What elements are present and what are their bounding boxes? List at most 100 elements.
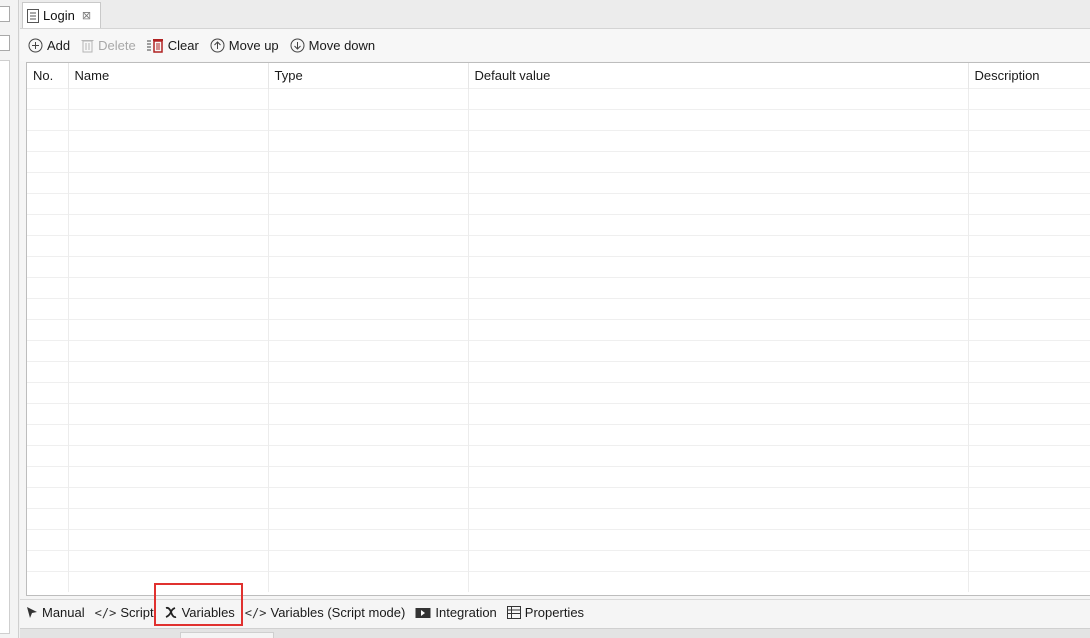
move-down-button[interactable]: Move down	[290, 38, 375, 53]
table-cell[interactable]	[468, 235, 969, 257]
table-row[interactable]	[27, 277, 1090, 299]
table-cell[interactable]	[27, 424, 69, 446]
column-header-description[interactable]: Description	[968, 63, 1090, 89]
table-cell[interactable]	[27, 487, 69, 509]
table-row[interactable]	[27, 130, 1090, 152]
tab-variables-script-mode[interactable]: </> Variables (Script mode)	[245, 605, 406, 620]
table-row[interactable]	[27, 445, 1090, 467]
table-cell[interactable]	[268, 214, 469, 236]
table-row[interactable]	[27, 193, 1090, 215]
table-row[interactable]	[27, 319, 1090, 341]
table-cell[interactable]	[968, 319, 1090, 341]
table-cell[interactable]	[27, 277, 69, 299]
table-cell[interactable]	[968, 277, 1090, 299]
table-cell[interactable]	[468, 508, 969, 530]
table-cell[interactable]	[68, 508, 269, 530]
tab-integration[interactable]: Integration	[415, 605, 497, 620]
table-row[interactable]	[27, 487, 1090, 509]
table-row[interactable]	[27, 340, 1090, 362]
table-row[interactable]	[27, 424, 1090, 446]
table-cell[interactable]	[968, 109, 1090, 131]
left-panel-button[interactable]	[0, 6, 10, 22]
add-button[interactable]: Add	[28, 38, 70, 53]
table-row[interactable]	[27, 550, 1090, 572]
table-cell[interactable]	[268, 256, 469, 278]
table-cell[interactable]	[968, 466, 1090, 488]
table-cell[interactable]	[968, 214, 1090, 236]
table-cell[interactable]	[68, 277, 269, 299]
table-cell[interactable]	[268, 403, 469, 425]
table-cell[interactable]	[968, 424, 1090, 446]
table-cell[interactable]	[468, 466, 969, 488]
table-cell[interactable]	[27, 130, 69, 152]
table-cell[interactable]	[968, 193, 1090, 215]
table-cell[interactable]	[68, 466, 269, 488]
table-cell[interactable]	[468, 256, 969, 278]
table-cell[interactable]	[27, 382, 69, 404]
close-icon[interactable]: ⊠	[82, 9, 91, 22]
table-cell[interactable]	[27, 214, 69, 236]
move-up-button[interactable]: Move up	[210, 38, 279, 53]
table-cell[interactable]	[268, 319, 469, 341]
table-cell[interactable]	[268, 151, 469, 173]
table-cell[interactable]	[27, 193, 69, 215]
table-cell[interactable]	[268, 172, 469, 194]
table-cell[interactable]	[268, 382, 469, 404]
table-cell[interactable]	[68, 340, 269, 362]
table-cell[interactable]	[27, 319, 69, 341]
table-cell[interactable]	[68, 109, 269, 131]
table-cell[interactable]	[68, 298, 269, 320]
table-cell[interactable]	[968, 571, 1090, 592]
table-cell[interactable]	[27, 151, 69, 173]
table-cell[interactable]	[68, 319, 269, 341]
table-cell[interactable]	[27, 88, 69, 110]
table-cell[interactable]	[468, 382, 969, 404]
table-cell[interactable]	[968, 88, 1090, 110]
table-cell[interactable]	[27, 298, 69, 320]
table-row[interactable]	[27, 235, 1090, 257]
table-cell[interactable]	[27, 172, 69, 194]
table-cell[interactable]	[468, 88, 969, 110]
table-row[interactable]	[27, 571, 1090, 592]
table-cell[interactable]	[968, 508, 1090, 530]
table-cell[interactable]	[268, 508, 469, 530]
table-cell[interactable]	[468, 403, 969, 425]
table-cell[interactable]	[27, 403, 69, 425]
table-cell[interactable]	[468, 361, 969, 383]
table-cell[interactable]	[268, 130, 469, 152]
table-cell[interactable]	[68, 193, 269, 215]
table-cell[interactable]	[27, 340, 69, 362]
table-cell[interactable]	[68, 361, 269, 383]
table-cell[interactable]	[468, 550, 969, 572]
table-cell[interactable]	[268, 109, 469, 131]
table-cell[interactable]	[268, 529, 469, 551]
tab-manual[interactable]: Manual	[26, 605, 85, 620]
table-cell[interactable]	[68, 424, 269, 446]
table-cell[interactable]	[268, 466, 469, 488]
table-cell[interactable]	[68, 214, 269, 236]
table-cell[interactable]	[27, 361, 69, 383]
table-cell[interactable]	[68, 487, 269, 509]
tab-script[interactable]: </> Script	[95, 605, 154, 620]
table-cell[interactable]	[27, 571, 69, 592]
table-row[interactable]	[27, 403, 1090, 425]
table-cell[interactable]	[968, 172, 1090, 194]
tab-properties[interactable]: Properties	[506, 605, 584, 620]
table-cell[interactable]	[968, 529, 1090, 551]
table-cell[interactable]	[468, 424, 969, 446]
table-cell[interactable]	[68, 445, 269, 467]
table-cell[interactable]	[968, 550, 1090, 572]
table-cell[interactable]	[27, 529, 69, 551]
table-row[interactable]	[27, 172, 1090, 194]
table-cell[interactable]	[68, 172, 269, 194]
column-header-type[interactable]: Type	[268, 63, 469, 89]
table-cell[interactable]	[268, 445, 469, 467]
table-row[interactable]	[27, 214, 1090, 236]
table-cell[interactable]	[68, 403, 269, 425]
table-cell[interactable]	[968, 487, 1090, 509]
table-cell[interactable]	[968, 403, 1090, 425]
table-cell[interactable]	[468, 298, 969, 320]
table-cell[interactable]	[68, 529, 269, 551]
table-cell[interactable]	[468, 109, 969, 131]
table-row[interactable]	[27, 529, 1090, 551]
